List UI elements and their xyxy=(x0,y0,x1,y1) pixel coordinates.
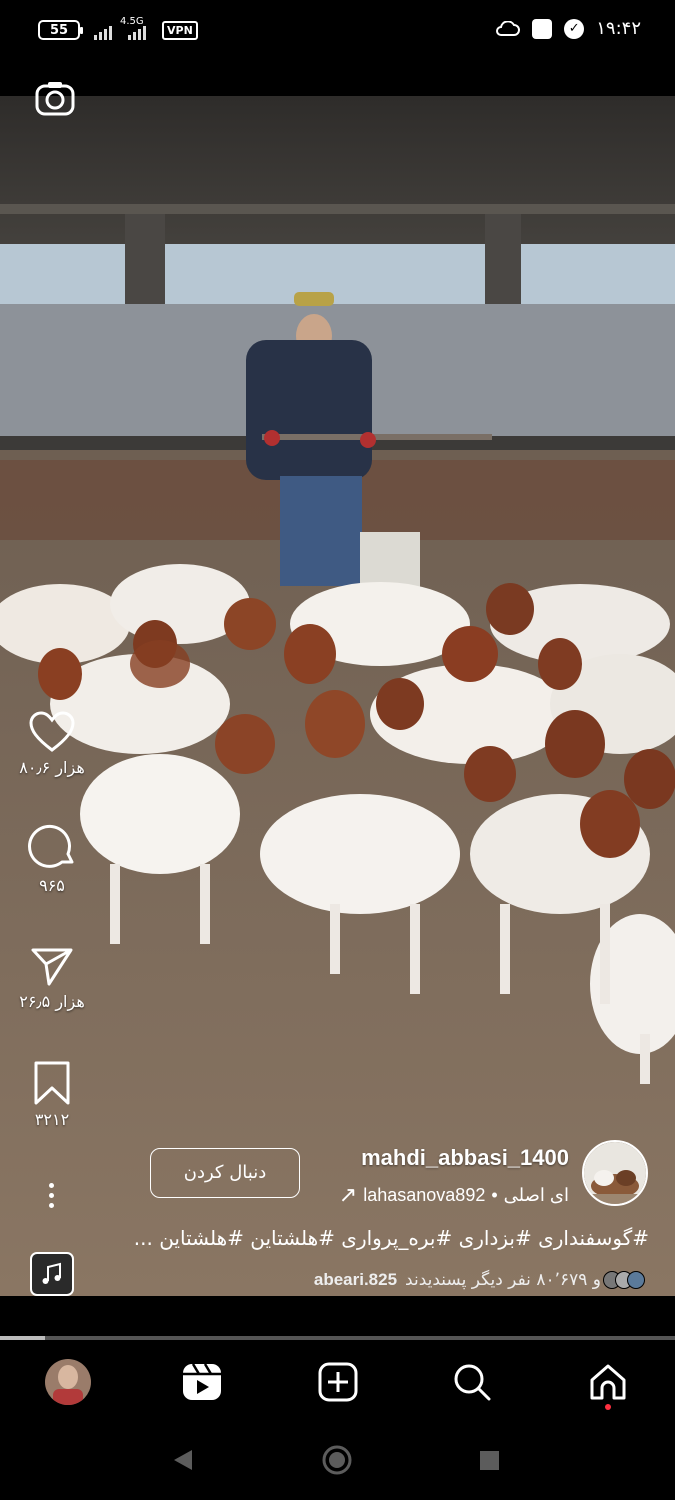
share-action: ۲۶٫۵ هزار xyxy=(0,944,104,1011)
system-nav xyxy=(0,1428,675,1500)
avatar xyxy=(45,1359,91,1405)
comment-count: ۹۶۵ xyxy=(39,876,65,895)
like-count: ۸۰٫۶ هزار xyxy=(19,758,85,777)
trending-arrow-icon: ↗ xyxy=(338,1182,358,1207)
more-icon[interactable] xyxy=(45,1183,57,1213)
liker-avatars xyxy=(603,1271,645,1289)
bottom-nav xyxy=(0,1340,675,1428)
clock: ۱۹:۴۲ xyxy=(596,18,641,39)
audio-original-label: ای اصلی xyxy=(503,1184,569,1205)
nav-reels[interactable] xyxy=(178,1358,226,1406)
battery-level: 55 xyxy=(49,22,69,38)
nav-profile[interactable] xyxy=(44,1358,92,1406)
create-icon xyxy=(318,1362,358,1402)
reel-caption[interactable]: #گوسفنداری #بزداری #بره_پرواری #هلشتاین … xyxy=(134,1226,649,1250)
search-icon xyxy=(454,1364,491,1401)
share-count: ۲۶٫۵ هزار xyxy=(19,992,85,1011)
audio-separator: • xyxy=(491,1184,498,1205)
camera-icon[interactable] xyxy=(34,80,76,116)
signal-icon: 4.5G xyxy=(94,16,146,40)
share-icon[interactable] xyxy=(29,944,75,988)
audio-attribution[interactable]: ↗ lahasanova892 • ای اصلی xyxy=(339,1182,569,1208)
comment-icon[interactable] xyxy=(28,824,76,872)
recents-icon[interactable] xyxy=(480,1451,499,1470)
save-action: ۳۲۱۲ xyxy=(0,1060,104,1129)
audio-user: lahasanova892 xyxy=(363,1184,486,1205)
save-count: ۳۲۱۲ xyxy=(34,1110,70,1129)
bookmark-icon[interactable] xyxy=(32,1060,72,1106)
home-icon xyxy=(590,1364,626,1400)
liked-by-text: و ۸۰٬۶۷۹ نفر دیگر پسندیدند xyxy=(405,1270,601,1290)
liked-by-user: abeari.825 xyxy=(313,1270,398,1289)
battery-indicator: 55 xyxy=(38,20,83,40)
like-action: ۸۰٫۶ هزار xyxy=(0,710,104,777)
nav-search[interactable] xyxy=(448,1358,496,1406)
music-icon[interactable] xyxy=(30,1252,74,1296)
vpn-badge: VPN xyxy=(162,20,198,40)
heart-icon[interactable] xyxy=(28,710,76,754)
profile-avatar[interactable] xyxy=(582,1140,648,1206)
nav-home[interactable] xyxy=(584,1358,632,1410)
reel-username[interactable]: mahdi_abbasi_1400 xyxy=(361,1145,569,1171)
comment-action: ۹۶۵ xyxy=(0,824,104,895)
cloud-icon xyxy=(496,20,521,36)
notification-icon xyxy=(532,18,553,39)
back-icon[interactable] xyxy=(174,1450,192,1470)
shield-icon: ✓ xyxy=(564,18,585,39)
notification-dot xyxy=(605,1404,611,1410)
status-bar: 55 4.5G VPN ✓ ۱۹:۴۲ xyxy=(0,0,675,64)
liked-by-row[interactable]: abeari.825 و ۸۰٬۶۷۹ نفر دیگر پسندیدند xyxy=(314,1270,645,1290)
network-type: 4.5G xyxy=(120,16,144,27)
reels-icon xyxy=(183,1363,221,1400)
nav-create[interactable] xyxy=(314,1358,362,1406)
follow-button[interactable]: دنبال کردن xyxy=(150,1148,300,1198)
